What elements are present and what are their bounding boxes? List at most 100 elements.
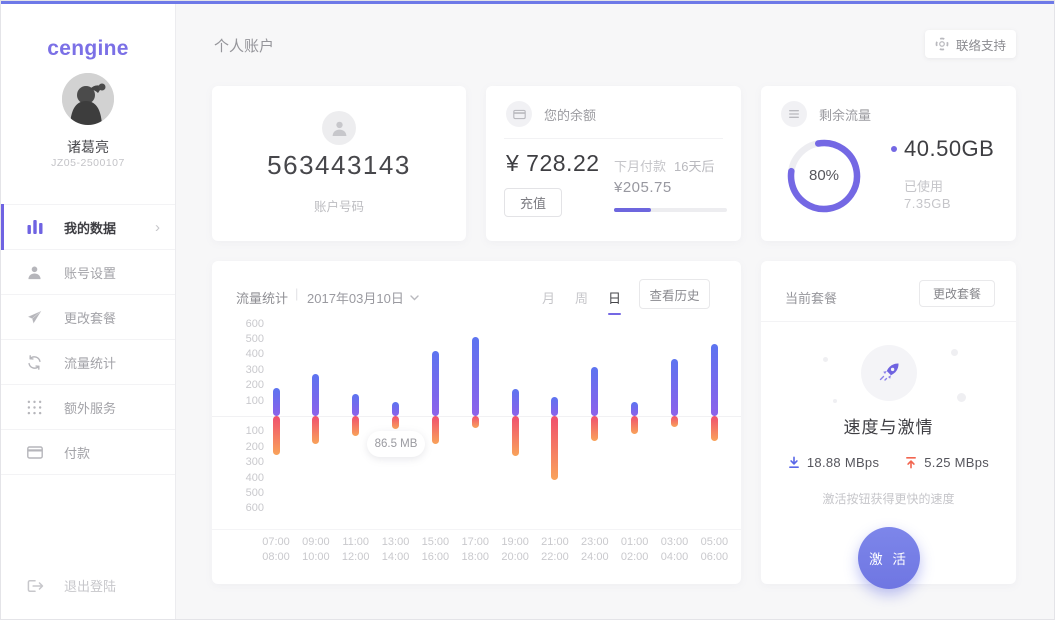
balance-amount: ¥ 728.22 [506, 150, 600, 177]
download-icon [788, 456, 800, 469]
y-axis-tick: 400 [230, 348, 264, 360]
x-axis-label: 07:0008:00 [254, 535, 298, 565]
view-history-button[interactable]: 查看历史 [639, 279, 710, 309]
chevron-down-icon [410, 295, 419, 301]
traffic-bar-up [711, 344, 718, 416]
traffic-bar-down [591, 416, 598, 441]
x-axis-label: 21:0022:00 [533, 535, 577, 565]
payment-progress-fill [614, 208, 651, 212]
remaining-data-card: 剩余流量 80% 40.50GB 已使用 7.35GB [761, 86, 1016, 241]
tab-日[interactable]: 日 [608, 288, 621, 315]
data-donut-chart: 80% [786, 138, 862, 214]
decor-dot [957, 393, 966, 402]
divider [761, 321, 1016, 322]
traffic-bar-down [352, 416, 359, 436]
remaining-data-title: 剩余流量 [819, 105, 871, 124]
sidebar-item-bar-chart[interactable]: 我的数据 › [1, 205, 175, 250]
decor-dot [951, 349, 958, 356]
rocket-icon [861, 345, 917, 401]
balance-title: 您的余额 [544, 105, 596, 124]
plan-name: 速度与激情 [761, 413, 1016, 438]
y-axis-tick: 300 [230, 364, 264, 376]
x-axis-label: 23:0024:00 [573, 535, 617, 565]
used-value: 7.35GB [904, 196, 951, 211]
sidebar-item-credit-card[interactable]: 付款 [1, 430, 175, 475]
y-axis-tick: 100 [230, 395, 264, 407]
data-percent: 80% [786, 167, 862, 184]
x-axis-label: 09:0010:00 [294, 535, 338, 565]
date-selector[interactable]: 2017年03月10日 [307, 288, 419, 307]
traffic-bar-down [631, 416, 638, 434]
support-button[interactable]: 联络支持 [925, 30, 1016, 58]
sidebar-item-paper-plane[interactable]: 更改套餐 [1, 295, 175, 340]
traffic-bar-down [711, 416, 718, 441]
user-icon [27, 265, 45, 280]
x-axis-label: 03:0004:00 [653, 535, 697, 565]
change-plan-button[interactable]: 更改套餐 [919, 280, 995, 307]
bullet-dot [891, 146, 897, 152]
traffic-bar-up [671, 359, 678, 416]
traffic-bar-up [392, 402, 399, 416]
activate-button[interactable]: 激 活 [858, 527, 920, 589]
traffic-bar-up [551, 397, 558, 416]
remaining-data-value: 40.50GB [904, 136, 994, 162]
x-axis-label: 11:0012:00 [334, 535, 378, 565]
traffic-bar-up [432, 351, 439, 416]
tab-月[interactable]: 月 [542, 288, 555, 315]
sidebar-item-label: 账号设置 [64, 263, 116, 282]
traffic-bar-up [472, 337, 479, 416]
next-payment-line: 下月付款16天后 [614, 156, 714, 175]
account-number-label: 账户号码 [212, 196, 466, 215]
traffic-bar-down [273, 416, 280, 455]
logout-button[interactable]: 退出登陆 [27, 576, 116, 595]
traffic-bar-up [512, 389, 519, 416]
top-accent-bar [1, 1, 1054, 4]
traffic-bar-down [512, 416, 519, 456]
chevron-right-icon: › [155, 219, 160, 236]
y-axis-tick: 400 [230, 472, 264, 484]
y-axis-tick: 500 [230, 333, 264, 345]
divider: | [295, 286, 298, 301]
account-number: 563443143 [212, 150, 466, 181]
upload-value: 5.25 MBps [924, 455, 989, 470]
traffic-bar-down [392, 416, 399, 429]
refresh-icon [27, 355, 45, 370]
app-logo: cengine [1, 37, 175, 61]
date-value: 2017年03月10日 [307, 288, 404, 307]
traffic-bar-down [671, 416, 678, 427]
tab-周[interactable]: 周 [575, 288, 588, 315]
logout-label: 退出登陆 [64, 576, 116, 595]
bar-chart-icon [27, 220, 45, 234]
support-label: 联络支持 [956, 35, 1006, 54]
decor-dot [833, 399, 837, 403]
user-id: JZ05-2500107 [1, 157, 175, 169]
recharge-button[interactable]: 充值 [504, 188, 562, 217]
sidebar-item-label: 更改套餐 [64, 308, 116, 327]
sidebar-item-label: 我的数据 [64, 218, 116, 237]
x-axis-label: 19:0020:00 [493, 535, 537, 565]
sidebar-item-label: 流量统计 [64, 353, 116, 372]
next-payment-label: 下月付款 [614, 159, 666, 174]
traffic-chart-card: 流量统计 | 2017年03月10日 月周日 查看历史 86.5 MB 6005… [212, 261, 741, 584]
download-speed: 18.88 MBps [788, 455, 879, 470]
y-axis-tick: 300 [230, 456, 264, 468]
page-title: 个人账户 [214, 35, 274, 56]
y-axis-tick: 100 [230, 425, 264, 437]
chart-bottom-divider [212, 529, 741, 530]
credit-card-icon [506, 101, 532, 127]
decor-dot [823, 357, 828, 362]
payment-progress-bar [614, 208, 727, 212]
period-tabs: 月周日 [542, 288, 621, 315]
sidebar-item-user[interactable]: 账号设置 [1, 250, 175, 295]
sidebar-item-refresh[interactable]: 流量统计 [1, 340, 175, 385]
x-axis-label: 05:0006:00 [692, 535, 736, 565]
traffic-bar-up [631, 402, 638, 416]
traffic-bar-up [273, 388, 280, 416]
download-value: 18.88 MBps [807, 455, 879, 470]
sidebar-menu: 我的数据 › 账号设置更改套餐流量统计额外服务付款 [1, 204, 175, 475]
sidebar-item-grid[interactable]: 额外服务 [1, 385, 175, 430]
traffic-bar-up [312, 374, 319, 416]
traffic-bar-down [432, 416, 439, 444]
person-icon [322, 111, 356, 145]
y-axis-tick: 500 [230, 487, 264, 499]
